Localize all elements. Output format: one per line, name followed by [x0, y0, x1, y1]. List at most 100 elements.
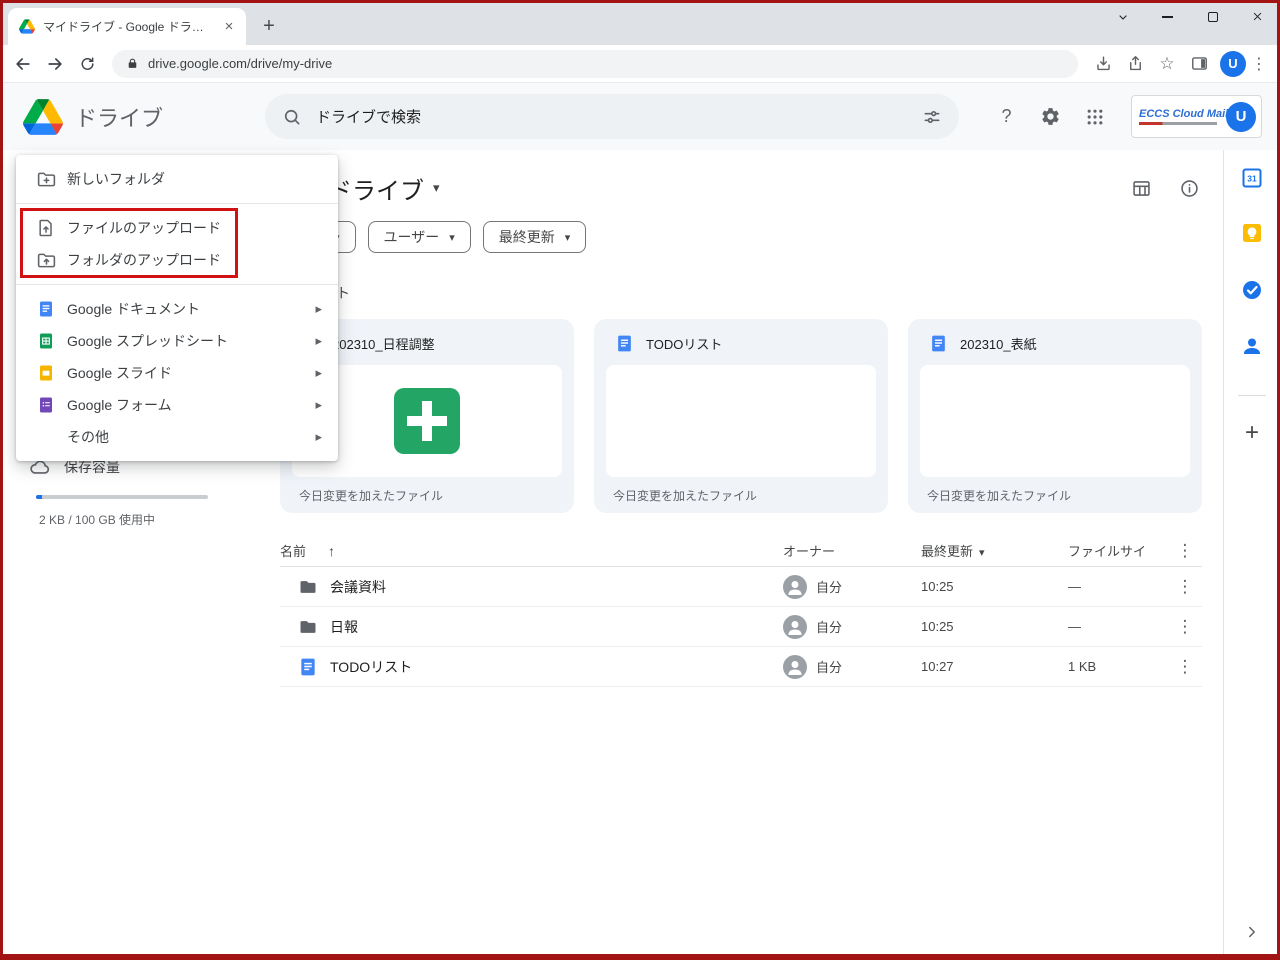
back-button[interactable] — [10, 51, 36, 77]
suggestion-card[interactable]: TODOリスト 今日変更を加えたファイル — [594, 319, 888, 513]
docs-icon — [34, 297, 58, 321]
menu-item-more[interactable]: その他 ▸ — [16, 421, 338, 453]
browser-toolbar: drive.google.com/drive/my-drive ☆ U ⋮ — [0, 45, 1280, 83]
side-panel-button[interactable] — [1186, 51, 1212, 77]
hide-side-panel-button[interactable] — [1239, 919, 1265, 945]
apps-grid-button[interactable] — [1081, 103, 1108, 130]
window-menu-button[interactable] — [1100, 0, 1145, 33]
menu-item-folder-upload[interactable]: フォルダのアップロード — [16, 244, 338, 276]
column-modified-label: 最終更新 — [921, 544, 974, 559]
row-menu-button[interactable]: ⋮ — [1168, 617, 1202, 637]
menu-item-label: 新しいフォルダ — [67, 171, 165, 187]
gear-icon — [1042, 108, 1059, 125]
menu-item-label: ファイルのアップロード — [67, 220, 221, 236]
docs-icon — [932, 335, 945, 351]
column-name-header[interactable]: 名前 ↑ — [280, 541, 783, 560]
file-row[interactable]: 会議資料 自分 10:25 — ⋮ — [280, 567, 1202, 607]
minimize-button[interactable] — [1145, 0, 1190, 33]
window-titlebar: マイドライブ - Google ドライブ × + — [0, 0, 1280, 45]
search-input[interactable]: ドライブで検索 — [316, 106, 908, 127]
rail-divider — [1238, 395, 1266, 396]
search-options-icon[interactable] — [922, 107, 942, 127]
folder-icon — [300, 580, 316, 593]
details-button[interactable] — [1176, 175, 1202, 201]
help-button[interactable]: ? — [993, 103, 1020, 130]
contacts-button[interactable] — [1239, 333, 1265, 359]
filter-chip-modified[interactable]: 最終更新 ▾ — [482, 221, 587, 253]
settings-button[interactable] — [1037, 103, 1064, 130]
menu-item-new-folder[interactable]: 新しいフォルダ — [16, 163, 338, 195]
url-text: drive.google.com/drive/my-drive — [148, 56, 333, 71]
title-caret-icon[interactable]: ▾ — [433, 180, 440, 196]
share-button[interactable] — [1122, 51, 1148, 77]
main-content: マイドライブ ▾ 種類 ▾ ユーザー ▾ 最終更新 ▾ 候補リスト 202310… — [256, 150, 1223, 960]
menu-item-google-slides[interactable]: Google スライド ▸ — [16, 357, 338, 389]
drive-logo — [23, 98, 63, 135]
forward-arrow-icon — [48, 57, 62, 70]
caret-down-icon: ▾ — [564, 231, 571, 244]
menu-item-google-forms[interactable]: Google フォーム ▸ — [16, 389, 338, 421]
menu-item-google-sheets[interactable]: Google スプレッドシート ▸ — [16, 325, 338, 357]
submenu-arrow-icon: ▸ — [315, 397, 322, 412]
drive-home-link[interactable]: ドライブ — [23, 83, 163, 150]
menu-item-google-docs[interactable]: Google ドキュメント ▸ — [16, 293, 338, 325]
card-title: TODOリスト — [646, 336, 723, 352]
account-badge-label: ECCS Cloud Mail — [1139, 108, 1229, 120]
calendar-button[interactable]: 31 — [1239, 165, 1265, 191]
menu-item-label: フォルダのアップロード — [67, 252, 221, 268]
modified-time: 10:25 — [921, 619, 954, 634]
file-name: 日報 — [330, 618, 358, 635]
menu-item-label: その他 — [67, 429, 109, 445]
downloads-button[interactable] — [1090, 51, 1116, 77]
card-title: 202310_表紙 — [960, 336, 1037, 352]
file-size: — — [1068, 619, 1081, 634]
bookmark-star-button[interactable]: ☆ — [1154, 51, 1180, 77]
list-more-button[interactable]: ⋮ — [1168, 541, 1202, 561]
reload-button[interactable] — [74, 51, 100, 77]
minimize-icon — [1162, 15, 1173, 18]
owner-name: 自分 — [816, 580, 843, 595]
menu-item-file-upload[interactable]: ファイルのアップロード — [16, 212, 338, 244]
caret-down-icon: ▾ — [449, 231, 455, 244]
file-row[interactable]: TODOリスト 自分 10:27 1 KB ⋮ — [280, 647, 1202, 687]
close-button[interactable] — [1235, 0, 1280, 33]
forward-button[interactable] — [42, 51, 68, 77]
lock-icon — [126, 57, 139, 70]
browser-profile-avatar[interactable]: U — [1220, 50, 1246, 77]
get-addons-button[interactable]: + — [1239, 419, 1265, 446]
column-size-header[interactable]: ファイルサイ — [1068, 541, 1168, 560]
chevron-down-icon — [1118, 14, 1127, 20]
sort-ascending-icon[interactable]: ↑ — [328, 543, 335, 559]
column-owner-header[interactable]: オーナー — [783, 541, 921, 560]
suggestion-card[interactable]: 202310_表紙 今日変更を加えたファイル — [908, 319, 1202, 513]
owner-name: 自分 — [816, 660, 843, 675]
browser-menu-button[interactable]: ⋮ — [1246, 51, 1272, 77]
menu-item-label: Google ドキュメント — [67, 301, 201, 317]
file-row[interactable]: 日報 自分 10:25 — ⋮ — [280, 607, 1202, 647]
suggestions-label: 候補リスト — [280, 283, 1202, 303]
tab-close-icon[interactable]: × — [220, 18, 238, 36]
tasks-button[interactable] — [1239, 277, 1265, 303]
browser-tab[interactable]: マイドライブ - Google ドライブ × — [8, 8, 246, 45]
file-name: TODOリスト — [330, 658, 413, 675]
keep-icon — [1243, 224, 1261, 242]
grid-view-button[interactable] — [1128, 175, 1154, 201]
maximize-button[interactable] — [1190, 0, 1235, 33]
account-avatar[interactable]: U — [1226, 101, 1256, 132]
chevron-right-icon — [1249, 926, 1255, 938]
keep-button[interactable] — [1239, 220, 1265, 246]
filter-chip-people[interactable]: ユーザー ▾ — [367, 221, 471, 253]
search-bar[interactable]: ドライブで検索 — [265, 94, 959, 139]
new-tab-button[interactable]: + — [254, 11, 284, 41]
row-menu-button[interactable]: ⋮ — [1168, 657, 1202, 677]
owner-avatar — [783, 654, 807, 679]
card-title: 202310_日程調整 — [332, 336, 435, 352]
menu-item-label: Google スライド — [67, 365, 173, 381]
storage-progressbar — [36, 495, 208, 499]
column-modified-header[interactable]: 最終更新 ▾ — [921, 541, 1068, 560]
address-bar[interactable]: drive.google.com/drive/my-drive — [112, 49, 1078, 78]
modified-time: 10:27 — [921, 659, 954, 674]
owner-name: 自分 — [816, 620, 843, 635]
row-menu-button[interactable]: ⋮ — [1168, 577, 1202, 597]
